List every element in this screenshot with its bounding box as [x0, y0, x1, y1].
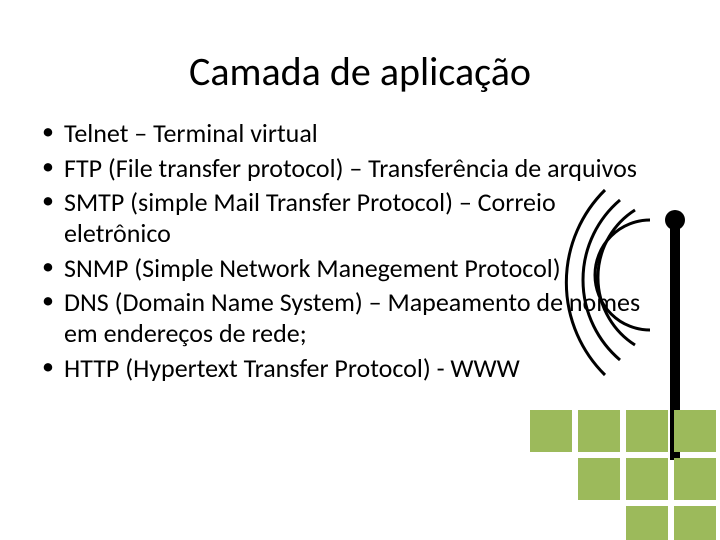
list-item: FTP (File transfer protocol) – Transferê…	[38, 153, 658, 184]
list-item: Telnet – Terminal virtual	[38, 118, 658, 149]
list-item-text: Telnet – Terminal virtual	[64, 117, 318, 149]
list-item-text: DNS (Domain Name System) – Mapeamento de…	[64, 286, 640, 349]
list-item-text: HTTP (Hypertext Transfer Protocol) - WWW	[64, 352, 520, 384]
list-item-text: SNMP (Simple Network Manegement Protocol…	[64, 252, 561, 284]
list-item: DNS (Domain Name System) – Mapeamento de…	[38, 287, 658, 348]
bullet-list: Telnet – Terminal virtual FTP (File tran…	[38, 118, 658, 383]
slide-title: Camada de aplicação	[0, 47, 720, 96]
list-item: HTTP (Hypertext Transfer Protocol) - WWW	[38, 353, 658, 384]
slide: Camada de aplicação Telnet – Terminal vi…	[0, 0, 720, 540]
list-item-text: SMTP (simple Mail Transfer Protocol) – C…	[64, 186, 556, 249]
list-item: SNMP (Simple Network Manegement Protocol…	[38, 253, 658, 284]
list-item: SMTP (simple Mail Transfer Protocol) – C…	[38, 187, 658, 248]
slide-body: Telnet – Terminal virtual FTP (File tran…	[38, 118, 658, 387]
list-item-text: FTP (File transfer protocol) – Transferê…	[64, 152, 637, 184]
